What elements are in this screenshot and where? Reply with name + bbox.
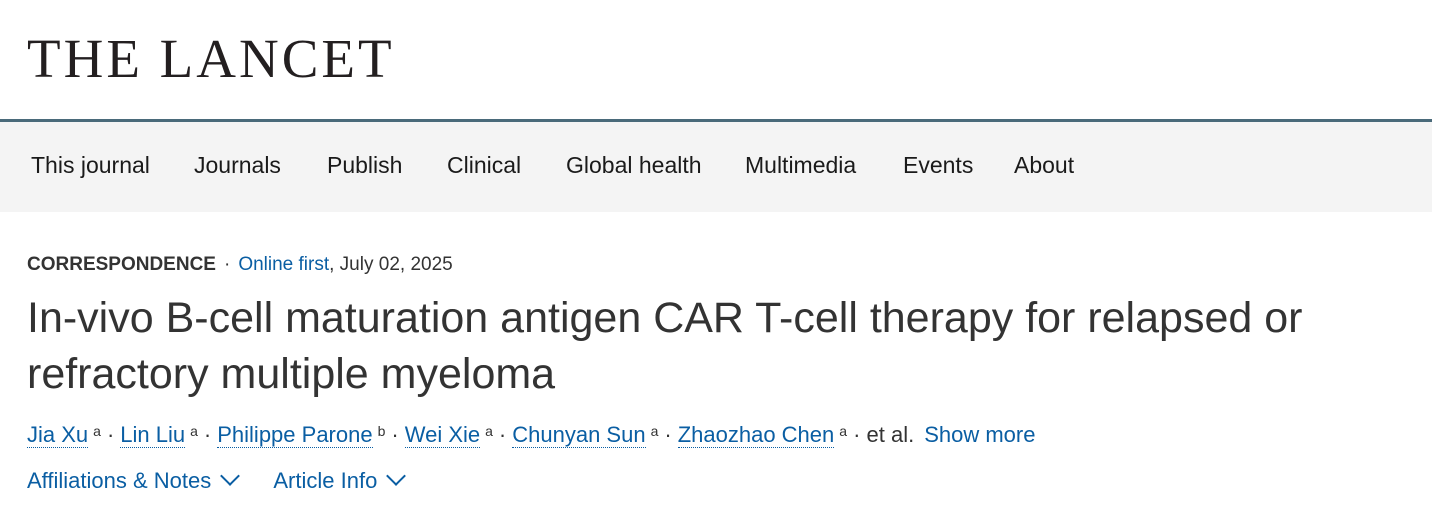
affiliations-notes-label: Affiliations & Notes	[27, 468, 212, 493]
author-separator: ·	[106, 422, 115, 447]
affiliation-marker[interactable]: a	[93, 423, 101, 439]
nav-item-about[interactable]: About	[1014, 152, 1074, 179]
author-link[interactable]: Zhaozhao Chen	[677, 422, 835, 448]
article-type: CORRESPONDENCE	[27, 254, 216, 275]
et-al-text: · et al.	[853, 422, 915, 447]
nav-item-multimedia[interactable]: Multimedia	[745, 152, 856, 179]
affiliation-marker[interactable]: a	[651, 423, 659, 439]
nav-item-this-journal[interactable]: This journal	[31, 152, 150, 179]
author-separator: ·	[498, 422, 507, 447]
nav-item-clinical[interactable]: Clinical	[447, 152, 521, 179]
article-toggles: Affiliations & Notes Article Info	[27, 466, 1407, 496]
nav-item-global-health[interactable]: Global health	[566, 152, 702, 179]
affiliations-notes-toggle[interactable]: Affiliations & Notes	[27, 466, 241, 496]
main-nav: This journal Journals Publish Clinical G…	[0, 122, 1432, 212]
affiliation-marker[interactable]: a	[839, 423, 847, 439]
journal-logo[interactable]: THE LANCET	[27, 26, 395, 92]
affiliation-marker[interactable]: b	[378, 423, 386, 439]
nav-item-events[interactable]: Events	[903, 152, 973, 179]
author-link[interactable]: Lin Liu	[120, 422, 186, 448]
article-title: In-vivo B-cell maturation antigen CAR T-…	[27, 294, 1303, 398]
publication-date: , July 02, 2025	[329, 254, 453, 275]
meta-separator: ·	[223, 254, 231, 275]
article-info-label: Article Info	[273, 468, 378, 493]
affiliation-marker[interactable]: a	[190, 423, 198, 439]
affiliation-marker[interactable]: a	[485, 423, 493, 439]
article-info-toggle[interactable]: Article Info	[273, 466, 407, 496]
nav-item-journals[interactable]: Journals	[194, 152, 281, 179]
show-more-link[interactable]: Show more	[924, 422, 1035, 447]
author-link[interactable]: Wei Xie	[404, 422, 481, 448]
author-link[interactable]: Philippe Parone	[217, 422, 373, 448]
chevron-down-icon	[386, 466, 407, 486]
author-separator: ·	[664, 422, 672, 447]
online-first-link[interactable]: Online first	[238, 254, 329, 275]
masthead: THE LANCET	[0, 0, 1432, 119]
author-separator: ·	[203, 422, 212, 447]
author-separator: ·	[391, 422, 399, 447]
author-link[interactable]: Chunyan Sun	[512, 422, 646, 448]
author-link[interactable]: Jia Xu	[27, 422, 89, 448]
chevron-down-icon	[220, 466, 241, 486]
article-header: CORRESPONDENCE · Online first, July 02, 20…	[27, 250, 1407, 496]
author-list: Jia Xu a · Lin Liu a · Philippe Parone b · Wei Xi…	[27, 420, 1407, 450]
nav-item-publish[interactable]: Publish	[327, 152, 402, 179]
article-meta: CORRESPONDENCE · Online first, July 02, 20…	[27, 250, 1407, 280]
